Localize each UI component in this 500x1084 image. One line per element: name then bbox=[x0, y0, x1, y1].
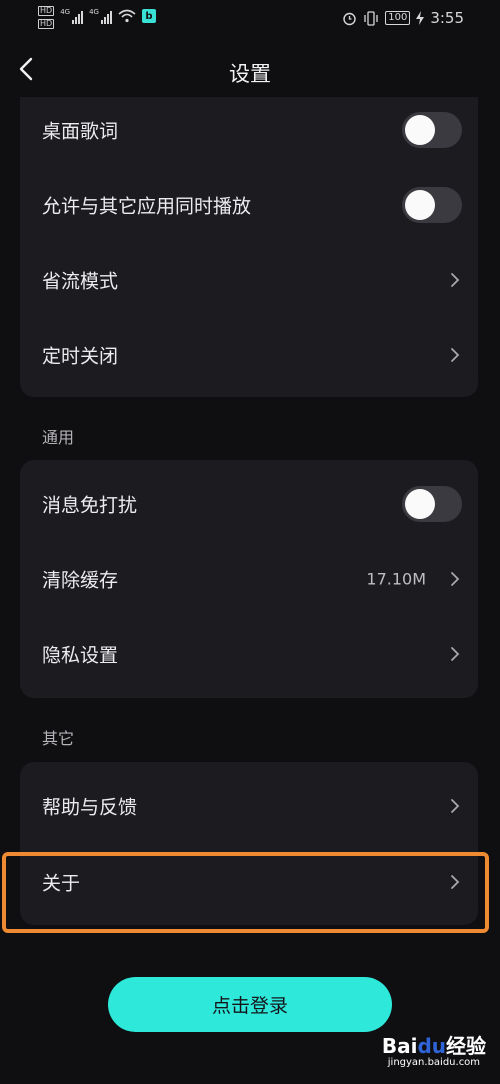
cache-size: 17.10M bbox=[366, 569, 426, 588]
watermark-brand-c: 经验 bbox=[446, 1034, 486, 1058]
chevron-right-icon bbox=[451, 646, 460, 661]
signal-icon: 4G bbox=[60, 8, 84, 24]
highlight-annotation-box bbox=[2, 852, 489, 933]
vibrate-icon bbox=[364, 10, 378, 26]
login-button[interactable]: 点击登录 bbox=[108, 977, 392, 1032]
hd-badge: HD bbox=[38, 19, 55, 29]
toggle-knob bbox=[405, 189, 435, 220]
battery-level: 100 bbox=[385, 11, 411, 25]
desktop-lyrics-toggle[interactable] bbox=[402, 111, 462, 148]
network-type: 4G bbox=[60, 8, 71, 16]
settings-row-clear-cache[interactable]: 清除缓存 17.10M bbox=[20, 541, 478, 616]
do-not-disturb-toggle[interactable] bbox=[402, 485, 462, 522]
settings-row-desktop-lyrics[interactable]: 桌面歌词 bbox=[20, 92, 478, 167]
row-label: 省流模式 bbox=[42, 270, 119, 292]
row-label: 消息免打扰 bbox=[42, 494, 138, 516]
wifi-icon bbox=[118, 9, 136, 23]
alarm-icon bbox=[343, 12, 356, 25]
watermark-brand-a: Bai bbox=[381, 1034, 418, 1058]
baidu-jingyan-watermark: Baidu经验 jingyan.baidu.com bbox=[382, 1030, 486, 1068]
signal-icon: 4G bbox=[89, 8, 112, 24]
row-label: 帮助与反馈 bbox=[42, 796, 138, 818]
clock: 3:55 bbox=[430, 9, 464, 27]
app-notification-icon: b bbox=[141, 9, 156, 23]
page-title: 设置 bbox=[229, 62, 271, 86]
row-label: 允许与其它应用同时播放 bbox=[42, 195, 252, 217]
watermark-brand-b: du bbox=[417, 1034, 446, 1058]
settings-row-data-saver[interactable]: 省流模式 bbox=[20, 242, 478, 317]
section-title-other: 其它 bbox=[42, 729, 75, 748]
row-label: 隐私设置 bbox=[42, 644, 119, 666]
toggle-knob bbox=[405, 488, 435, 519]
watermark-url: jingyan.baidu.com bbox=[387, 1057, 481, 1068]
row-label: 定时关闭 bbox=[42, 345, 119, 367]
chevron-right-icon bbox=[451, 571, 460, 586]
row-label: 清除缓存 bbox=[42, 569, 119, 591]
section-title-general: 通用 bbox=[42, 428, 75, 447]
settings-row-do-not-disturb[interactable]: 消息免打扰 bbox=[20, 466, 478, 541]
chevron-right-icon bbox=[451, 798, 460, 813]
status-bar: HD HD 4G 4G b 100 3:55 bbox=[0, 0, 500, 40]
settings-row-mix-playback[interactable]: 允许与其它应用同时播放 bbox=[20, 167, 478, 242]
chevron-right-icon bbox=[451, 272, 460, 287]
settings-row-help-feedback[interactable]: 帮助与反馈 bbox=[20, 768, 478, 843]
status-right: 100 3:55 bbox=[342, 9, 464, 27]
toggle-knob bbox=[405, 114, 435, 145]
status-left: HD HD 4G 4G b bbox=[38, 6, 156, 29]
playback-settings-card: 桌面歌词 允许与其它应用同时播放 省流模式 定时关闭 bbox=[20, 97, 478, 397]
watermark-logo: Baidu经验 bbox=[382, 1030, 486, 1059]
general-settings-card: 消息免打扰 清除缓存 17.10M 隐私设置 bbox=[20, 460, 478, 698]
hd-badge: HD bbox=[38, 6, 55, 16]
row-label: 桌面歌词 bbox=[42, 120, 119, 142]
charging-icon bbox=[416, 11, 425, 25]
mix-playback-toggle[interactable] bbox=[402, 186, 462, 223]
hd-indicators: HD HD bbox=[38, 6, 55, 29]
network-type: 4G bbox=[89, 8, 99, 16]
app-header: 设置 bbox=[0, 46, 500, 94]
settings-row-privacy[interactable]: 隐私设置 bbox=[20, 616, 478, 691]
settings-row-sleep-timer[interactable]: 定时关闭 bbox=[20, 317, 478, 392]
chevron-right-icon bbox=[451, 347, 460, 362]
